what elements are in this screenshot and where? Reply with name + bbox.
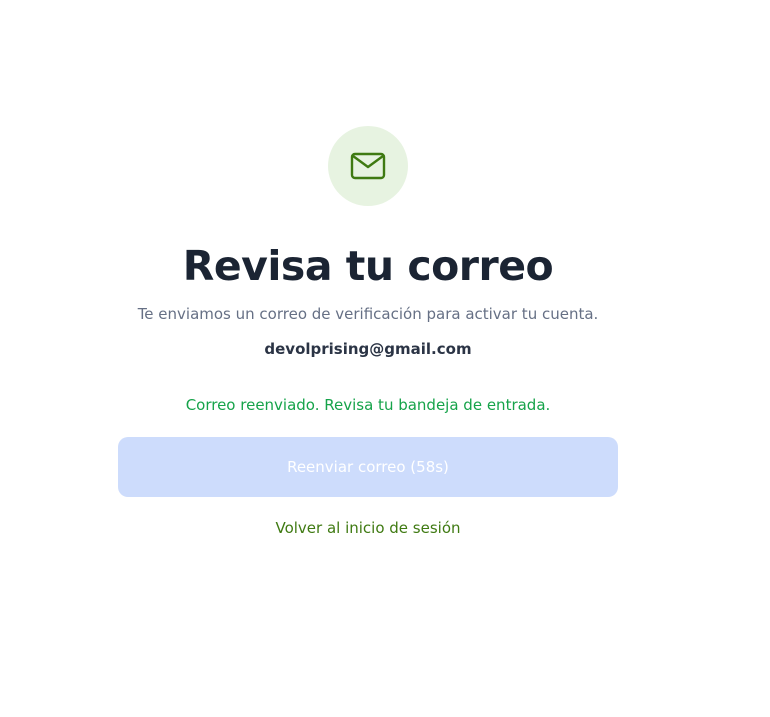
- resend-email-button[interactable]: Reenviar correo (58s): [118, 437, 618, 497]
- mail-icon-circle: [328, 126, 408, 206]
- page-subtitle: Te enviamos un correo de verificación pa…: [137, 305, 599, 323]
- status-message: Correo reenviado. Revisa tu bandeja de e…: [185, 396, 551, 414]
- mail-icon: [350, 152, 386, 180]
- user-email: devolprising@gmail.com: [264, 340, 472, 358]
- back-to-login-link[interactable]: Volver al inicio de sesión: [275, 516, 460, 540]
- page-title: Revisa tu correo: [182, 242, 554, 290]
- verify-email-card: Revisa tu correo Te enviamos un correo d…: [118, 126, 618, 540]
